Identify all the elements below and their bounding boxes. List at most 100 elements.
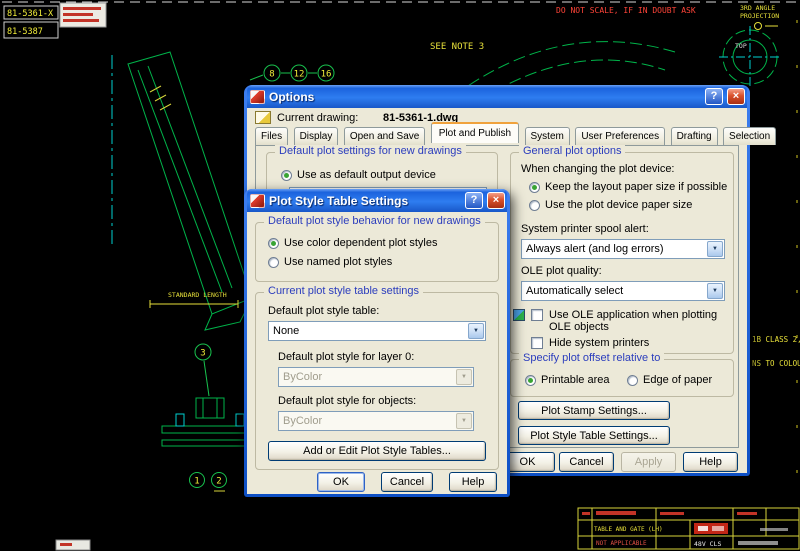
plot-style-behavior-group-title: Default plot style behavior for new draw… <box>264 215 485 227</box>
stamp-text-line <box>63 7 101 10</box>
current-plot-style-group: Current plot style table settings Defaul… <box>255 285 499 470</box>
tab-user-preferences[interactable]: User Preferences <box>575 127 666 145</box>
balloon-16: 16 <box>321 70 332 80</box>
radio-edge-of-paper[interactable]: Edge of paper <box>627 374 712 386</box>
titleblock-microtext <box>760 528 788 531</box>
bottom-left-stamp-text <box>60 543 72 546</box>
add-edit-plot-style-tables-button[interactable]: Add or Edit Plot Style Tables... <box>268 441 486 461</box>
combo-value: ByColor <box>283 415 323 427</box>
plot-style-dialog-titlebar[interactable]: Plot Style Table Settings ? × <box>247 189 507 212</box>
checkbox-use-ole-application[interactable]: Use OLE application when plotting OLE ob… <box>531 309 725 333</box>
top-view-label: TOP <box>735 42 747 50</box>
do-not-scale-note: DO NOT SCALE, IF IN DOUBT ASK <box>556 6 696 15</box>
plot-style-table-settings-button[interactable]: Plot Style Table Settings... <box>518 426 670 445</box>
checkbox-box <box>531 309 543 321</box>
plot-style-cancel-button[interactable]: Cancel <box>381 472 433 492</box>
combo-value: None <box>273 325 300 337</box>
titleblock-microtext <box>660 512 684 515</box>
dropdown-arrow-icon[interactable]: ▼ <box>468 323 484 339</box>
plot-style-ok-button[interactable]: OK <box>317 472 365 492</box>
radio-label: Use named plot styles <box>284 256 393 268</box>
tab-selection[interactable]: Selection <box>723 127 777 145</box>
projection-note-line2: PROJECTION <box>740 12 779 20</box>
stamp-text-line <box>63 13 93 16</box>
general-plot-options-group: General plot options When changing the p… <box>510 145 734 354</box>
titleblock-microtext <box>738 541 778 545</box>
checkbox-hide-system-printers[interactable]: Hide system printers <box>531 337 649 349</box>
logo-mark <box>712 526 724 531</box>
balloon-2: 2 <box>216 477 221 487</box>
standard-length-label: STANDARD LENGTH <box>168 291 227 299</box>
dropdown-arrow-icon: ▼ <box>456 413 472 429</box>
options-dialog-titlebar[interactable]: Options ? × <box>247 85 747 108</box>
radio-use-plot-device-paper-size[interactable]: Use the plot device paper size <box>529 199 692 211</box>
options-close-button[interactable]: × <box>727 88 745 105</box>
titleblock-material: 48V CLS <box>694 540 721 548</box>
tab-files[interactable]: Files <box>255 127 289 145</box>
tab-drafting[interactable]: Drafting <box>670 127 718 145</box>
options-help-titlebar-button[interactable]: ? <box>705 88 723 105</box>
rail-bottom <box>161 439 257 447</box>
plot-style-help-button[interactable]: Help <box>449 472 497 492</box>
radio-use-default-output-device[interactable]: Use as default output device <box>281 169 436 181</box>
dropdown-arrow-icon[interactable]: ▼ <box>707 283 723 299</box>
plot-offset-group-title: Specify plot offset relative to <box>519 352 665 364</box>
radio-keep-layout-paper-size[interactable]: Keep the layout paper size if possible <box>529 181 727 193</box>
rail-top <box>161 425 257 434</box>
radio-dot <box>529 181 540 193</box>
autocad-screen: 81-5361-X 81-5387 DO NOT SCALE, IF IN DO… <box>0 0 800 551</box>
ole-quality-combo[interactable]: Automatically select ▼ <box>521 281 725 301</box>
options-cancel-button[interactable]: Cancel <box>559 452 614 472</box>
titleblock-not-applicable: NOT APPLICABLE <box>596 540 647 547</box>
options-help-button[interactable]: Help <box>683 452 738 472</box>
bracket-edge <box>147 65 233 289</box>
stamp-text-line <box>63 19 99 22</box>
hatch-line <box>159 103 172 111</box>
plot-style-close-button[interactable]: × <box>487 192 505 209</box>
radio-dot <box>268 256 279 268</box>
tab-display[interactable]: Display <box>293 127 339 145</box>
radio-label: Use color dependent plot styles <box>284 237 438 249</box>
checkbox-label: Use OLE application when plotting OLE ob… <box>549 309 718 333</box>
balloon-12: 12 <box>294 70 305 80</box>
default-style-layer0-combo: ByColor ▼ <box>278 367 474 387</box>
radio-use-named-plot-styles[interactable]: Use named plot styles <box>268 256 392 268</box>
combo-value: Automatically select <box>526 285 624 297</box>
see-note-label: SEE NOTE 3 <box>430 42 484 52</box>
ole-icon <box>513 309 525 321</box>
default-plot-settings-group-title: Default plot settings for new drawings <box>275 145 466 157</box>
post <box>175 413 185 427</box>
plot-stamp-settings-button[interactable]: Plot Stamp Settings... <box>518 401 670 420</box>
plot-style-dialog-title: Plot Style Table Settings <box>269 193 409 208</box>
when-changing-label: When changing the plot device: <box>521 163 675 175</box>
plot-style-dialog-body: Default plot style behavior for new draw… <box>247 212 507 494</box>
plot-style-help-titlebar-button[interactable]: ? <box>465 192 483 209</box>
titleblock-microtext <box>596 511 636 515</box>
radio-printable-area[interactable]: Printable area <box>525 374 610 386</box>
balloon-8: 8 <box>269 70 274 80</box>
radio-label: Edge of paper <box>643 374 713 386</box>
tab-open-and-save[interactable]: Open and Save <box>343 127 426 145</box>
spool-alert-combo[interactable]: Always alert (and log errors) ▼ <box>521 239 725 259</box>
options-tab-strip: Files Display Open and Save Plot and Pub… <box>255 122 777 145</box>
checkbox-label: Hide system printers <box>549 337 650 349</box>
radio-use-color-dependent-plot-styles[interactable]: Use color dependent plot styles <box>268 237 437 249</box>
balloon-1: 1 <box>194 477 199 487</box>
options-apply-button: Apply <box>621 452 676 472</box>
projection-symbol <box>754 22 762 30</box>
post <box>235 413 245 427</box>
bracket-edge <box>137 69 223 293</box>
tab-plot-and-publish[interactable]: Plot and Publish <box>430 122 520 143</box>
radio-dot <box>529 199 540 211</box>
tab-system[interactable]: System <box>524 127 570 145</box>
radio-dot <box>525 374 536 386</box>
dropdown-arrow-icon: ▼ <box>456 369 472 385</box>
balloon-3: 3 <box>200 349 205 359</box>
drawing-ref-bottom: 81-5387 <box>7 27 43 37</box>
default-plot-style-table-combo[interactable]: None ▼ <box>268 321 486 341</box>
dropdown-arrow-icon[interactable]: ▼ <box>707 241 723 257</box>
balloon-leader <box>203 360 210 397</box>
general-plot-options-group-title: General plot options <box>519 145 626 157</box>
options-dialog-title: Options <box>269 89 315 104</box>
combo-value: ByColor <box>283 371 323 383</box>
